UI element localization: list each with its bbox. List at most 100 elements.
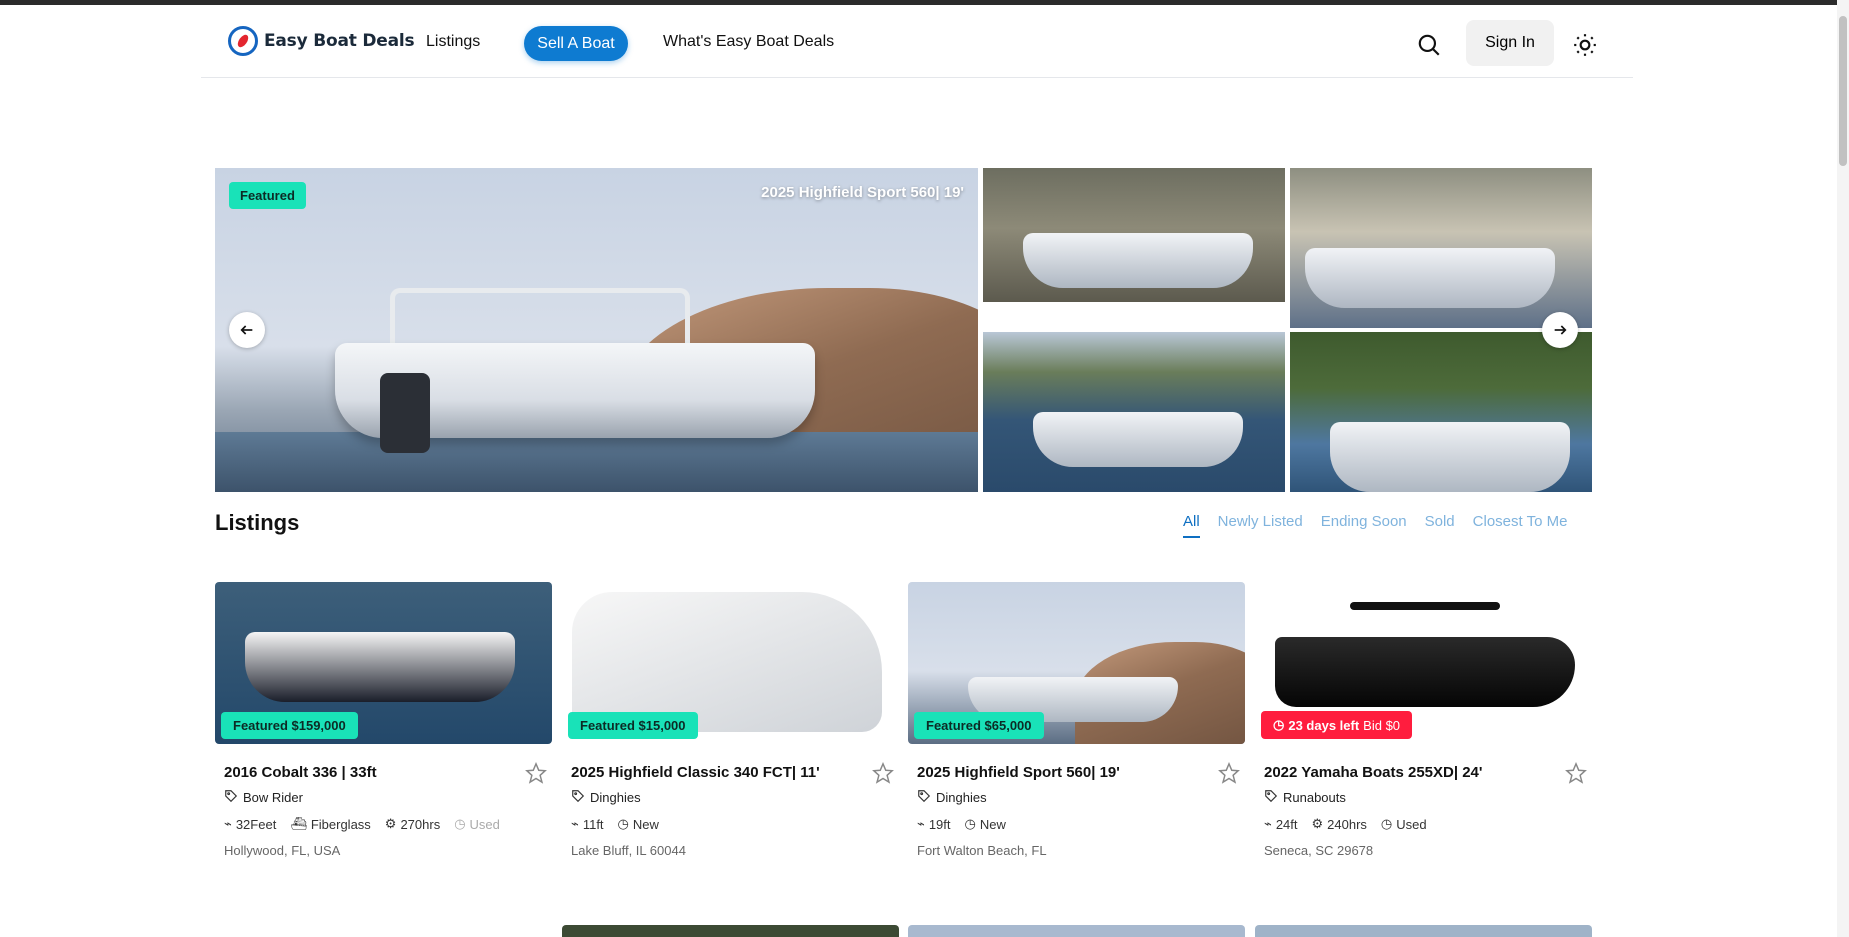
tag-icon bbox=[1264, 789, 1278, 806]
favorite-star-icon[interactable] bbox=[872, 761, 894, 784]
hero-title: 2025 Highfield Sport 560| 19' bbox=[761, 184, 964, 201]
listing-image[interactable]: Featured $65,000 bbox=[908, 582, 1245, 744]
scrollbar-thumb[interactable] bbox=[1839, 16, 1847, 166]
boat-shape bbox=[572, 592, 882, 732]
spec-length: 11ft bbox=[582, 816, 604, 832]
listing-category: Runabouts bbox=[1264, 789, 1346, 806]
spec-condition: Used bbox=[469, 816, 500, 832]
listing-card-peek[interactable] bbox=[1255, 925, 1592, 937]
current-bid: Bid $0 bbox=[1363, 717, 1401, 733]
tab-newly-listed[interactable]: Newly Listed bbox=[1218, 513, 1303, 538]
listing-image[interactable]: Featured $15,000 bbox=[562, 582, 899, 744]
featured-gallery: Featured 2025 Highfield Sport 560| 19' bbox=[215, 168, 1592, 492]
category-label: Bow Rider bbox=[243, 790, 303, 805]
ruler-icon: ⌁ bbox=[571, 816, 579, 831]
gallery-thumb-2[interactable] bbox=[1290, 168, 1592, 328]
ruler-icon: ⌁ bbox=[224, 816, 232, 831]
brand-name: Easy Boat Deals bbox=[264, 31, 415, 51]
listing-specs: ⌁ 11ft ◷ New bbox=[571, 816, 659, 832]
clock-icon: ◷ bbox=[617, 816, 629, 831]
listings-heading: Listings bbox=[215, 510, 300, 535]
listing-filter-tabs: All Newly Listed Ending Soon Sold Closes… bbox=[1183, 513, 1567, 538]
price-badge: Featured $15,000 bbox=[568, 712, 698, 739]
spec-condition: New bbox=[632, 816, 659, 832]
boat-shape bbox=[1023, 233, 1253, 288]
search-icon[interactable] bbox=[1416, 32, 1442, 58]
spec-condition: New bbox=[979, 816, 1006, 832]
site-header: Easy Boat Deals Listings Sell A Boat Wha… bbox=[201, 5, 1633, 78]
listing-card[interactable]: Featured $159,000 2016 Cobalt 336 | 33ft… bbox=[215, 582, 552, 858]
listing-card-peek[interactable] bbox=[908, 925, 1245, 937]
featured-badge: Featured bbox=[229, 182, 306, 209]
hero-main-image[interactable]: Featured 2025 Highfield Sport 560| 19' bbox=[215, 168, 978, 492]
listing-title[interactable]: 2022 Yamaha Boats 255XD| 24' bbox=[1264, 764, 1482, 781]
auction-badge: ◷ 23 days left Bid $0 bbox=[1261, 711, 1413, 739]
spec-hours: 240hrs bbox=[1327, 816, 1367, 832]
listing-title[interactable]: 2025 Highfield Sport 560| 19' bbox=[917, 764, 1120, 781]
gallery-next-arrow-icon[interactable] bbox=[1542, 312, 1578, 348]
favorite-star-icon[interactable] bbox=[1565, 761, 1587, 784]
category-label: Runabouts bbox=[1283, 790, 1346, 805]
spec-hours: 270hrs bbox=[400, 816, 441, 832]
tower-shape bbox=[1350, 602, 1500, 610]
engine-icon: ⚙ bbox=[1311, 816, 1324, 831]
outboard-motor-shape bbox=[380, 373, 430, 453]
sign-in-button[interactable]: Sign In bbox=[1466, 20, 1554, 66]
tab-ending-soon[interactable]: Ending Soon bbox=[1321, 513, 1407, 538]
listing-category: Dinghies bbox=[571, 789, 641, 806]
days-left: 23 days left bbox=[1288, 717, 1360, 733]
listing-card[interactable]: ◷ 23 days left Bid $0 2022 Yamaha Boats … bbox=[1255, 582, 1592, 858]
listing-specs: ⌁ 24ft ⚙ 240hrs ◷ Used bbox=[1264, 816, 1427, 832]
compass-logo-icon bbox=[228, 26, 258, 56]
nav-listings-link[interactable]: Listings bbox=[426, 33, 480, 51]
listing-specs: ⌁ 19ft ◷ New bbox=[917, 816, 1006, 832]
gallery-prev-arrow-icon[interactable] bbox=[229, 312, 265, 348]
sea-shape bbox=[215, 432, 978, 492]
listing-image[interactable]: ◷ 23 days left Bid $0 bbox=[1255, 582, 1592, 744]
boat-shape bbox=[1305, 248, 1555, 308]
ruler-icon: ⌁ bbox=[1264, 816, 1272, 831]
clock-icon: ◷ bbox=[964, 816, 976, 831]
tab-closest-to-me[interactable]: Closest To Me bbox=[1473, 513, 1568, 538]
listing-location: Fort Walton Beach, FL bbox=[917, 843, 1047, 858]
gallery-thumb-1[interactable] bbox=[983, 168, 1285, 302]
listing-category: Dinghies bbox=[917, 789, 987, 806]
spec-material: Fiberglass bbox=[310, 816, 371, 832]
brand-logo[interactable]: Easy Boat Deals bbox=[228, 26, 415, 56]
clock-icon: ◷ bbox=[1273, 717, 1285, 732]
spec-length: 24ft bbox=[1275, 816, 1298, 832]
listing-title[interactable]: 2025 Highfield Classic 340 FCT| 11' bbox=[571, 764, 820, 781]
price-badge: Featured $159,000 bbox=[221, 712, 358, 739]
favorite-star-icon[interactable] bbox=[525, 761, 547, 784]
sun-theme-toggle-icon[interactable] bbox=[1572, 32, 1598, 58]
boat-shape bbox=[1033, 412, 1243, 467]
boat-shape bbox=[1275, 637, 1575, 707]
price-badge: Featured $65,000 bbox=[914, 712, 1044, 739]
clock-icon: ◷ bbox=[454, 816, 466, 831]
listing-location: Seneca, SC 29678 bbox=[1264, 843, 1374, 858]
listing-card[interactable]: Featured $65,000 2025 Highfield Sport 56… bbox=[908, 582, 1245, 858]
category-label: Dinghies bbox=[590, 790, 641, 805]
listing-category: Bow Rider bbox=[224, 789, 303, 806]
listing-location: Lake Bluff, IL 60044 bbox=[571, 843, 686, 858]
clock-icon: ◷ bbox=[1380, 816, 1393, 831]
listing-title[interactable]: 2016 Cobalt 336 | 33ft bbox=[224, 764, 377, 781]
favorite-star-icon[interactable] bbox=[1218, 761, 1240, 784]
listing-location: Hollywood, FL, USA bbox=[224, 843, 341, 858]
listing-card[interactable]: Featured $15,000 2025 Highfield Classic … bbox=[562, 582, 899, 858]
tab-all[interactable]: All bbox=[1183, 513, 1200, 538]
spec-condition: Used bbox=[1396, 816, 1427, 832]
listing-card-peek[interactable] bbox=[562, 925, 899, 937]
nav-about-link[interactable]: What's Easy Boat Deals bbox=[663, 33, 834, 51]
gallery-thumb-4[interactable] bbox=[1290, 332, 1592, 492]
listing-specs: ⌁ 32Feet ⛴ Fiberglass ⚙ 270hrs ◷ Used bbox=[224, 816, 500, 832]
gallery-thumb-3[interactable] bbox=[983, 332, 1285, 492]
spec-length: 32Feet bbox=[235, 816, 277, 832]
page-scrollbar[interactable] bbox=[1837, 0, 1849, 937]
hull-icon: ⛴ bbox=[290, 816, 307, 831]
listing-image[interactable]: Featured $159,000 bbox=[215, 582, 552, 744]
tab-sold[interactable]: Sold bbox=[1425, 513, 1455, 538]
category-label: Dinghies bbox=[936, 790, 987, 805]
sell-a-boat-button[interactable]: Sell A Boat bbox=[524, 26, 628, 61]
tag-icon bbox=[571, 789, 585, 806]
